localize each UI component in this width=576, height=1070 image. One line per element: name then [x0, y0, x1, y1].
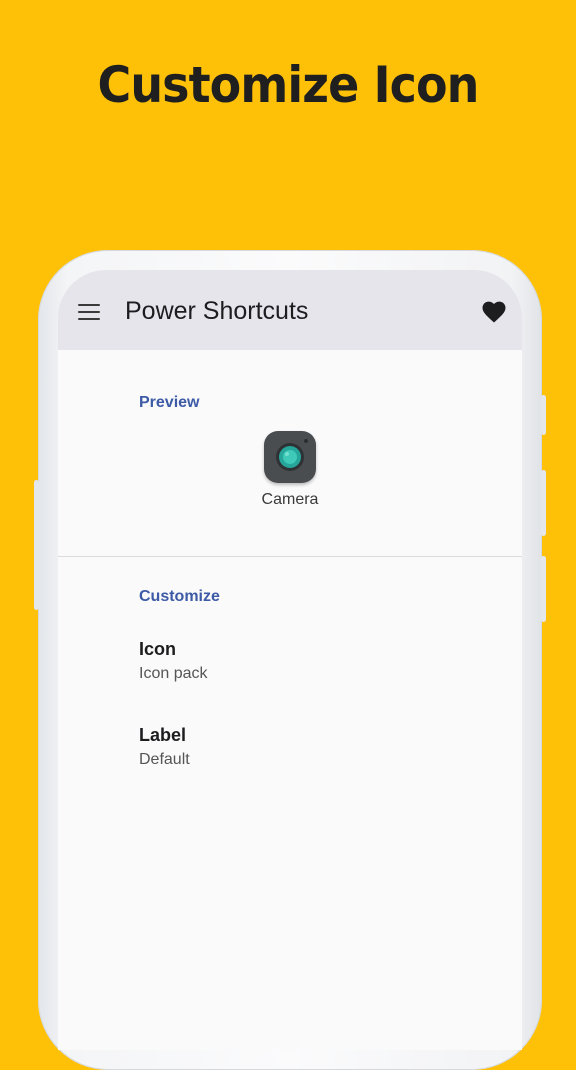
heart-icon[interactable]	[482, 301, 506, 323]
customize-icon-title: Icon	[139, 639, 177, 659]
phone-side-button	[34, 480, 39, 610]
phone-side-button	[541, 395, 546, 435]
section-divider	[58, 556, 522, 557]
customize-label-subtitle: Default	[139, 751, 190, 768]
customize-icon-subtitle: Icon pack	[139, 665, 208, 682]
camera-icon	[264, 431, 316, 483]
customize-section-title: Customize	[139, 588, 220, 605]
menu-icon[interactable]	[78, 304, 100, 320]
customize-icon-row[interactable]: Icon Icon pack	[58, 630, 522, 708]
promo-headline: Customize Icon	[97, 56, 479, 114]
app-screen: Power Shortcuts Preview Camera Customize…	[58, 270, 522, 1050]
customize-label-title: Label	[139, 725, 187, 745]
app-title: Power Shortcuts	[125, 297, 309, 325]
customize-label-row[interactable]: Label Default	[58, 716, 522, 794]
preview-section-title: Preview	[139, 394, 200, 411]
preview-shortcut-label: Camera	[261, 491, 319, 508]
app-bar: Power Shortcuts	[58, 270, 522, 350]
phone-side-button	[541, 556, 546, 622]
phone-side-button	[541, 470, 546, 536]
